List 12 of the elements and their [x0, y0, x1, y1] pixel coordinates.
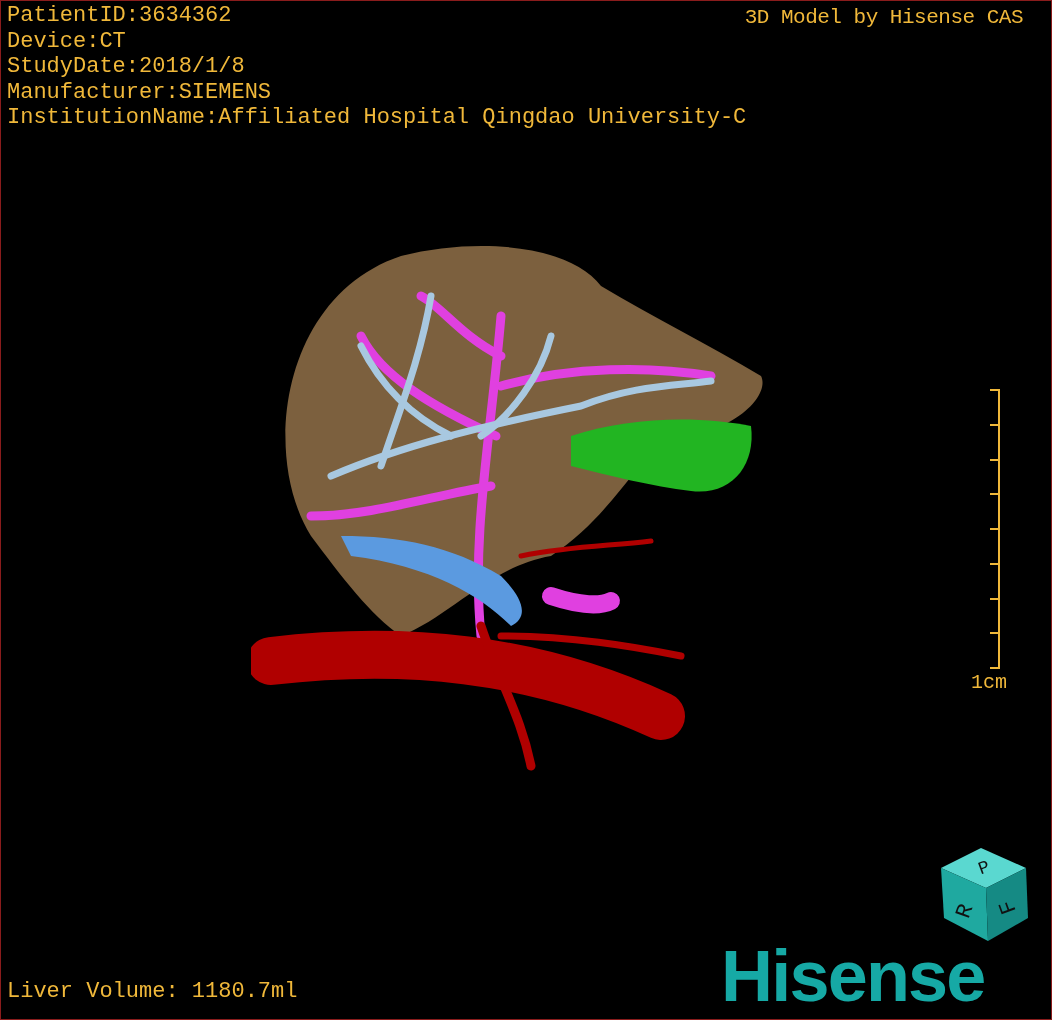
- logo-text: Hisense: [721, 936, 985, 1016]
- dicom-info-text: Device:CT: [7, 28, 126, 54]
- dicom-info-text: Manufacturer:SIEMENS: [7, 79, 272, 105]
- dicom-info-text: PatientID:3634362: [7, 3, 232, 29]
- cube-face-label: P: [975, 856, 993, 880]
- viewer-title: 3D Model by Hisense CAS: [744, 5, 1023, 30]
- cube-face-label: R: [951, 901, 980, 922]
- dicom-info-text: InstitutionName:Affiliated Hospital Qingdao University-C: [7, 105, 747, 131]
- cube-face-label: F: [994, 896, 1023, 918]
- dicom-info-text: StudyDate:2018/1/8: [7, 54, 245, 80]
- scale-label: 1cm: [971, 670, 1007, 696]
- liver-volume-text: Liver Volume: 1180.7ml: [7, 979, 298, 1005]
